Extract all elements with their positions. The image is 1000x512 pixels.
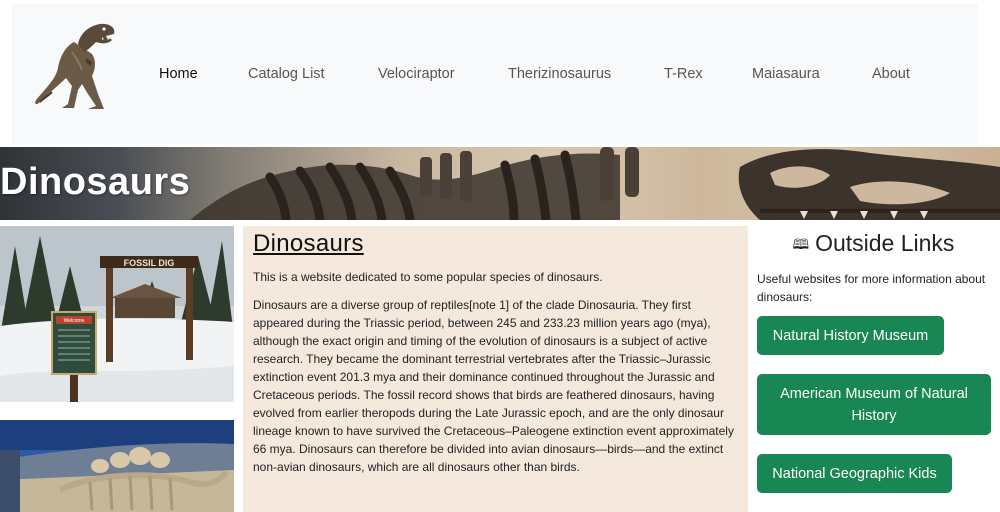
banner-title: Dinosaurs (0, 161, 191, 203)
welcome-sign-text: Welcome (64, 318, 85, 324)
outside-links-heading: 🕮 Outside Links (747, 228, 1000, 258)
natural-history-museum-button[interactable]: Natural History Museum (757, 316, 944, 355)
page-title: Dinosaurs (253, 230, 364, 257)
outside-links-heading-text: Outside Links (815, 230, 955, 256)
nav-catalog-list-link[interactable]: Catalog List (248, 66, 325, 82)
outside-links-panel: 🕮 Outside Links Useful websites for more … (757, 226, 1000, 512)
nav-therizinosaurus-link[interactable]: Therizinosaurus (508, 66, 611, 82)
museum-skeleton-photo (0, 420, 234, 512)
outside-links-description: Useful websites for more information abo… (757, 272, 986, 304)
book-icon: 🕮 (792, 236, 810, 252)
main-content: Dinosaurs This is a website dedicated to… (243, 226, 748, 512)
nav-trex-link[interactable]: T-Rex (664, 66, 703, 82)
nav-maiasaura-link[interactable]: Maiasaura (752, 66, 820, 82)
site-header: Home Catalog List Velociraptor Therizino… (12, 4, 978, 144)
american-museum-button[interactable]: American Museum of Natural History (757, 374, 991, 435)
national-geographic-kids-button[interactable]: National Geographic Kids (757, 454, 952, 493)
nav-home-link[interactable]: Home (159, 66, 198, 82)
nav-about-link[interactable]: About (872, 66, 910, 82)
fossil-dig-photo: FOSSIL DIG Welcome (0, 226, 234, 402)
intro-paragraph: This is a website dedicated to some popu… (253, 270, 603, 284)
hero-banner: Dinosaurs (0, 147, 1000, 220)
trex-logo-icon[interactable] (26, 12, 118, 112)
fossil-dig-sign-text: FOSSIL DIG (124, 258, 175, 268)
nav-velociraptor-link[interactable]: Velociraptor (378, 66, 455, 82)
main-nav: Home Catalog List Velociraptor Therizino… (12, 66, 978, 88)
body-paragraph: Dinosaurs are a diverse group of reptile… (253, 298, 734, 474)
